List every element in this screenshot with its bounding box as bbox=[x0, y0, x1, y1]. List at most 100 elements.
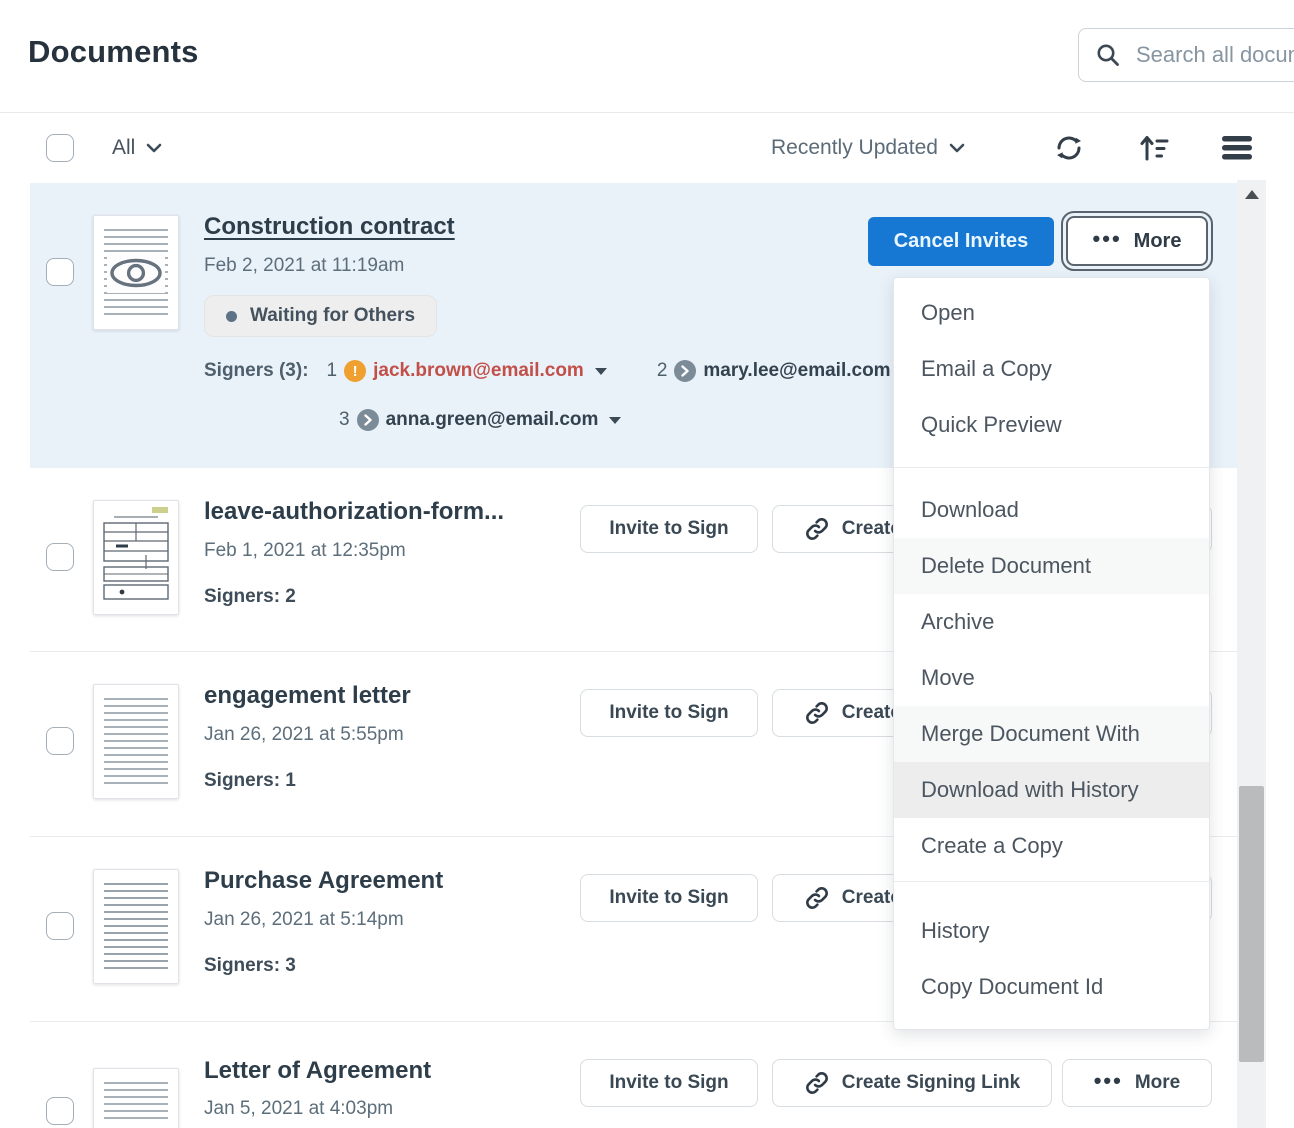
scroll-up-arrow-icon[interactable] bbox=[1245, 190, 1259, 199]
row-checkbox[interactable] bbox=[46, 727, 74, 755]
document-date: Feb 1, 2021 at 12:35pm bbox=[204, 540, 406, 562]
document-thumbnail[interactable] bbox=[93, 1068, 179, 1128]
thumbnail-text-lines bbox=[104, 1082, 168, 1124]
document-thumbnail[interactable] bbox=[93, 684, 179, 799]
status-dot-icon bbox=[226, 311, 237, 322]
three-dots-icon: ••• bbox=[1094, 1068, 1123, 1094]
signer-2-dropdown[interactable]: 2 mary.lee@email.com bbox=[657, 360, 891, 382]
document-title[interactable]: engagement letter bbox=[204, 682, 411, 710]
status-badge: Waiting for Others bbox=[204, 295, 437, 337]
menu-section-3: History Copy Document Id bbox=[894, 882, 1209, 1029]
document-title-link[interactable]: Construction contract bbox=[204, 213, 455, 241]
signers-line-2: 3 anna.green@email.com bbox=[339, 409, 621, 431]
signers-count: Signers: 3 bbox=[204, 955, 296, 977]
list-view-icon bbox=[1221, 135, 1253, 161]
document-title[interactable]: leave-authorization-form... bbox=[204, 498, 504, 526]
menu-item-quick-preview[interactable]: Quick Preview bbox=[894, 397, 1209, 453]
search-input[interactable] bbox=[1134, 41, 1294, 69]
caret-down-icon bbox=[609, 417, 621, 424]
signer-number: 2 bbox=[657, 360, 668, 382]
refresh-icon bbox=[1053, 132, 1085, 164]
menu-item-download-with-history[interactable]: Download with History bbox=[894, 762, 1209, 818]
document-thumbnail[interactable] bbox=[93, 869, 179, 984]
signer-email: anna.green@email.com bbox=[386, 409, 599, 431]
menu-item-archive[interactable]: Archive bbox=[894, 594, 1209, 650]
row-checkbox[interactable] bbox=[46, 543, 74, 571]
sort-order-icon bbox=[1138, 133, 1170, 163]
caret-down-icon bbox=[595, 368, 607, 375]
filter-label: All bbox=[112, 136, 135, 160]
thumbnail-form-graphic bbox=[94, 501, 178, 614]
signer-number: 1 bbox=[327, 360, 338, 382]
arrow-right-circle-icon bbox=[674, 360, 696, 382]
document-thumbnail[interactable] bbox=[93, 215, 179, 330]
thumbnail-text-lines bbox=[104, 698, 168, 787]
signers-count: Signers: 2 bbox=[204, 586, 296, 608]
signers-label: Signers (3): bbox=[204, 360, 309, 382]
menu-item-move[interactable]: Move bbox=[894, 650, 1209, 706]
menu-item-open[interactable]: Open bbox=[894, 285, 1209, 341]
search-icon bbox=[1095, 42, 1121, 68]
chain-link-icon bbox=[804, 885, 830, 911]
document-date: Feb 2, 2021 at 11:19am bbox=[204, 255, 404, 277]
menu-section-2: Download Delete Document Archive Move Me… bbox=[894, 468, 1209, 881]
document-date: Jan 26, 2021 at 5:14pm bbox=[204, 909, 404, 931]
eye-icon bbox=[107, 253, 165, 293]
refresh-button[interactable] bbox=[1052, 131, 1086, 165]
sort-dropdown[interactable]: Recently Updated bbox=[771, 136, 965, 160]
signer-email: jack.brown@email.com bbox=[373, 360, 584, 382]
create-signing-link-label: Create Signing Link bbox=[842, 1072, 1020, 1094]
more-actions-menu: Open Email a Copy Quick Preview Download… bbox=[893, 277, 1210, 1030]
menu-section-1: Open Email a Copy Quick Preview bbox=[894, 278, 1209, 467]
row-checkbox[interactable] bbox=[46, 258, 74, 286]
document-date: Jan 5, 2021 at 4:03pm bbox=[204, 1098, 393, 1120]
signer-1-dropdown[interactable]: 1 ! jack.brown@email.com bbox=[327, 360, 607, 382]
document-thumbnail[interactable] bbox=[93, 500, 179, 615]
more-button[interactable]: ••• More bbox=[1066, 216, 1208, 266]
sort-order-button[interactable] bbox=[1137, 131, 1171, 165]
document-title[interactable]: Purchase Agreement bbox=[204, 867, 443, 895]
documents-page: Documents All Recently Updated bbox=[0, 0, 1294, 1128]
invite-to-sign-button[interactable]: Invite to Sign bbox=[580, 1059, 758, 1107]
invite-to-sign-button[interactable]: Invite to Sign bbox=[580, 505, 758, 553]
page-title: Documents bbox=[28, 34, 199, 70]
menu-item-copy-document-id[interactable]: Copy Document Id bbox=[894, 959, 1209, 1015]
menu-item-merge-document-with[interactable]: Merge Document With bbox=[894, 706, 1209, 762]
select-all-checkbox[interactable] bbox=[46, 134, 74, 162]
scrollbar[interactable] bbox=[1237, 180, 1266, 1128]
search-box[interactable] bbox=[1078, 28, 1294, 82]
arrow-right-circle-icon bbox=[357, 409, 379, 431]
create-signing-link-button[interactable]: Create Signing Link bbox=[772, 1059, 1052, 1107]
menu-item-download[interactable]: Download bbox=[894, 482, 1209, 538]
scrollbar-thumb[interactable] bbox=[1239, 786, 1264, 1062]
menu-item-email-a-copy[interactable]: Email a Copy bbox=[894, 341, 1209, 397]
invite-to-sign-button[interactable]: Invite to Sign bbox=[580, 874, 758, 922]
row-checkbox[interactable] bbox=[46, 912, 74, 940]
cancel-invites-button[interactable]: Cancel Invites bbox=[868, 217, 1054, 266]
chevron-down-icon bbox=[146, 143, 162, 153]
document-date: Jan 26, 2021 at 5:55pm bbox=[204, 724, 404, 746]
more-button[interactable]: ••• More bbox=[1062, 1059, 1212, 1107]
signer-3-dropdown[interactable]: 3 anna.green@email.com bbox=[339, 409, 621, 431]
menu-item-create-a-copy[interactable]: Create a Copy bbox=[894, 818, 1209, 874]
chevron-down-icon bbox=[949, 143, 965, 153]
menu-item-history[interactable]: History bbox=[894, 903, 1209, 959]
status-label: Waiting for Others bbox=[250, 305, 415, 327]
header-divider bbox=[0, 112, 1294, 113]
signers-line-1: Signers (3): 1 ! jack.brown@email.com 2 … bbox=[204, 360, 891, 382]
three-dots-icon: ••• bbox=[1093, 226, 1122, 252]
signer-number: 3 bbox=[339, 409, 350, 431]
document-title[interactable]: Letter of Agreement bbox=[204, 1057, 431, 1085]
chain-link-icon bbox=[804, 700, 830, 726]
invite-to-sign-button[interactable]: Invite to Sign bbox=[580, 689, 758, 737]
document-row-letter-of-agreement: Letter of Agreement Jan 5, 2021 at 4:03p… bbox=[30, 1022, 1237, 1128]
sort-label: Recently Updated bbox=[771, 136, 938, 160]
filter-dropdown[interactable]: All bbox=[112, 136, 162, 160]
signers-count: Signers: 1 bbox=[204, 770, 296, 792]
row-checkbox[interactable] bbox=[46, 1097, 74, 1125]
more-label: More bbox=[1135, 1072, 1180, 1094]
menu-item-delete-document[interactable]: Delete Document bbox=[894, 538, 1209, 594]
list-view-button[interactable] bbox=[1220, 131, 1254, 165]
warning-icon: ! bbox=[344, 360, 366, 382]
chain-link-icon bbox=[804, 1070, 830, 1096]
